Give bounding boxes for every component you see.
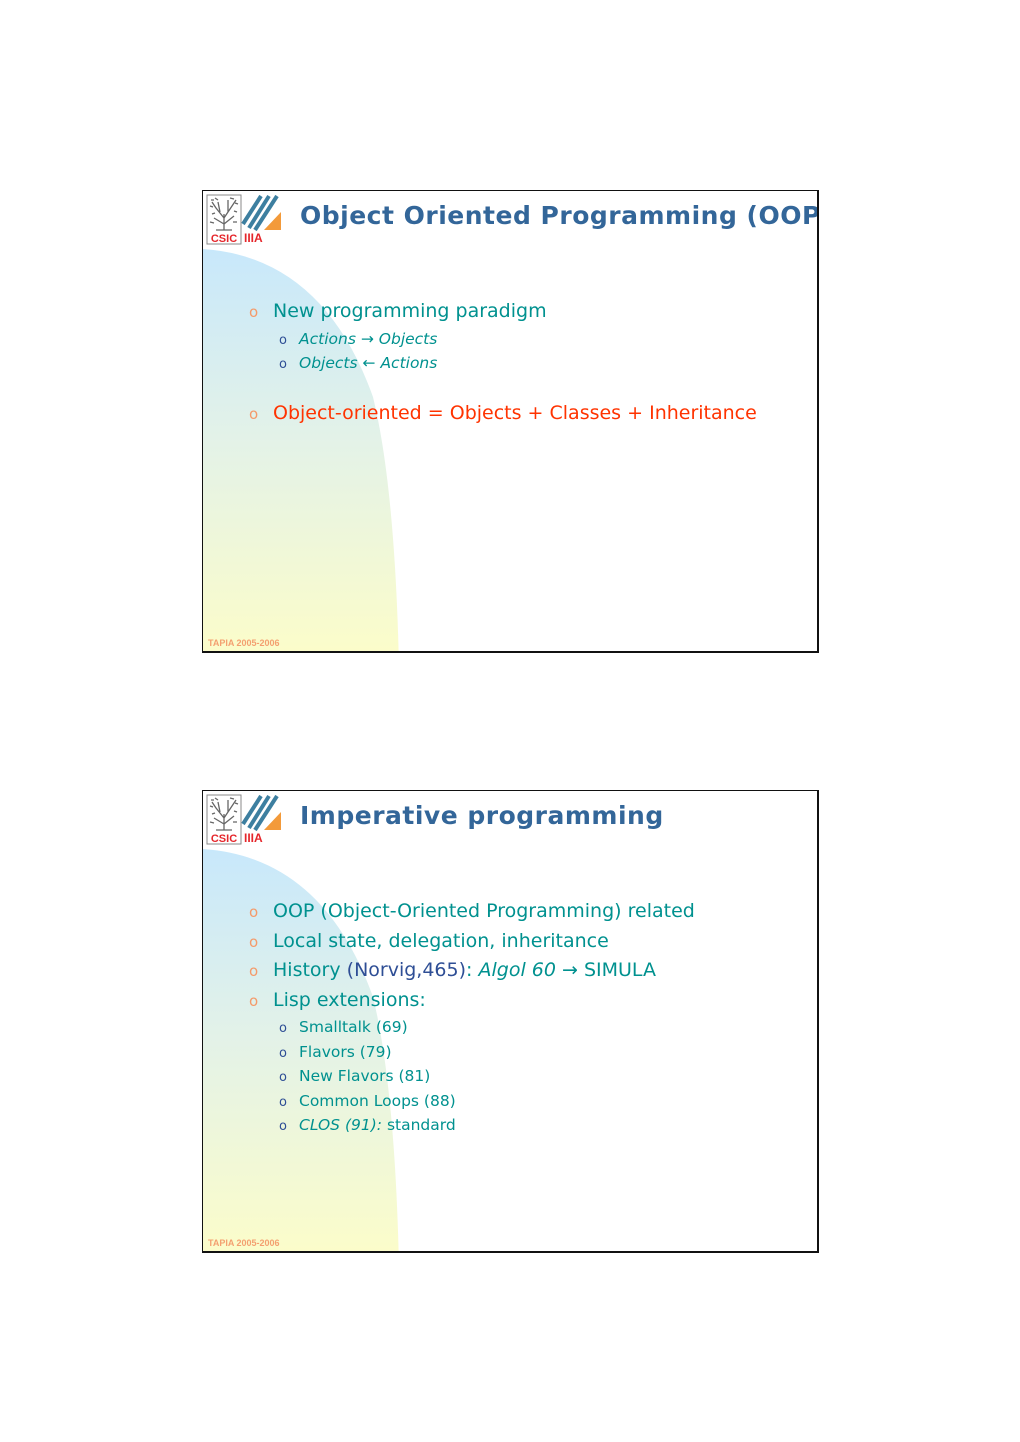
sub-bullet-text: Actions → Objects (299, 329, 438, 348)
slide-content: o OOP (Object-Oriented Programming) relat… (249, 897, 807, 1138)
bullet-item: o OOP (Object-Oriented Programming) relat… (249, 897, 807, 927)
iiia-emblem-icon: IIIA (241, 794, 281, 845)
bullet-item: o Local state, delegation, inheritance (249, 927, 807, 957)
svg-text:IIIA: IIIA (244, 831, 263, 845)
sub-bullet-text-italic: CLOS (91): (299, 1116, 382, 1135)
bullet-icon: o (249, 991, 259, 1010)
footer-text: TAPIA 2005-2006 (208, 1238, 280, 1248)
bullet-item: o Lisp extensions: (249, 986, 807, 1016)
bullet-icon: o (279, 1119, 287, 1135)
sub-bullet-item: o Common Loops (88) (249, 1089, 807, 1114)
svg-text:IIIA: IIIA (244, 231, 263, 245)
slide-imperative: CSIC IIIA Imperative programming o OOP (O… (202, 790, 819, 1253)
bullet-text: OOP (Object-Oriented Programming) relate… (273, 900, 695, 922)
sub-bullet-item: o Actions → Objects (249, 327, 807, 352)
bullet-icon: o (279, 1021, 287, 1036)
sub-bullet-item: o Smalltalk (69) (249, 1015, 807, 1040)
iiia-emblem-icon: IIIA (241, 194, 281, 245)
csic-iiia-logo: CSIC IIIA (206, 794, 281, 845)
csic-iiia-logo: CSIC IIIA (206, 194, 281, 245)
footer-text: TAPIA 2005-2006 (208, 638, 280, 648)
bullet-icon: o (279, 357, 287, 373)
bullet-item: o Object-oriented = Objects + Classes + I… (249, 399, 807, 429)
bullet-icon: o (279, 1070, 287, 1086)
arrow-left-icon: ← (362, 354, 376, 373)
slide-content: o New programming paradigm o Actions → Obj… (249, 297, 807, 428)
sub-bullet-item: o CLOS (91): standard (249, 1113, 807, 1138)
bullet-icon: o (279, 332, 287, 348)
bullet-icon: o (279, 1094, 287, 1110)
sub-bullet-item: o Objects ← Actions (249, 351, 807, 376)
bullet-text: New programming paradigm (273, 300, 547, 322)
arrow-right-icon: → (562, 959, 578, 981)
history-label: History (273, 959, 341, 981)
bullet-text: Lisp extensions: (273, 988, 426, 1011)
bullet-icon: o (249, 404, 259, 423)
svg-text:CSIC: CSIC (211, 233, 237, 245)
highlight-text: Object-oriented = Objects + Classes + In… (273, 401, 757, 424)
sub-bullet-text: standard (386, 1116, 456, 1135)
sub-bullet-text: New Flavors (81) (299, 1067, 431, 1086)
bullet-icon: o (249, 932, 259, 951)
sub-bullet-item: o New Flavors (81) (249, 1064, 807, 1089)
bullet-item: o New programming paradigm (249, 297, 807, 327)
slide-title: Object Oriented Programming (OOP) (300, 201, 819, 230)
csic-emblem-icon: CSIC (206, 794, 242, 845)
sub-bullet-text: Objects ← Actions (299, 354, 438, 373)
arrow-right-icon: → (360, 329, 374, 348)
slide-oop: CSIC IIIA Object Oriented Programming (O… (202, 190, 819, 653)
sub-bullet-text: Smalltalk (69) (299, 1018, 408, 1036)
bullet-icon: o (249, 303, 259, 321)
colon: : (466, 959, 473, 981)
bullet-item-history: o History (Norvig,465): Algol 60 → SIMULA (249, 956, 807, 986)
history-to: SIMULA (583, 959, 656, 981)
sub-bullet-text: Flavors (79) (299, 1042, 392, 1061)
csic-emblem-icon: CSIC (206, 194, 242, 245)
bullet-text: Local state, delegation, inheritance (273, 929, 609, 952)
bullet-icon: o (279, 1045, 287, 1061)
history-from: Algol 60 (478, 959, 556, 981)
sub-bullet-item: o Flavors (79) (249, 1040, 807, 1065)
slide-title: Imperative programming (300, 801, 664, 830)
svg-text:CSIC: CSIC (211, 833, 237, 845)
sub-bullet-text: Common Loops (88) (299, 1091, 456, 1110)
bullet-icon: o (249, 903, 259, 921)
history-reference: (Norvig,465) (346, 959, 467, 981)
bullet-icon: o (249, 962, 259, 980)
